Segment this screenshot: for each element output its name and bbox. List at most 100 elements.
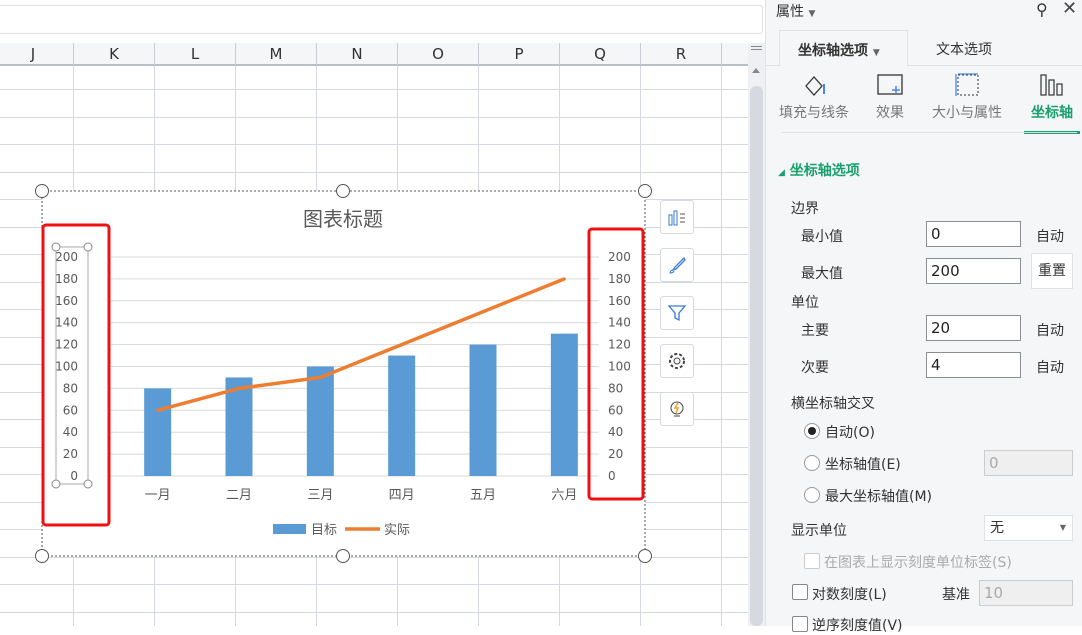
y2-axis-tick-label: 0 [608, 469, 616, 483]
line-point[interactable] [400, 343, 404, 347]
resize-handle[interactable] [35, 549, 49, 563]
line-point[interactable] [481, 310, 485, 314]
bar-目标[interactable] [550, 333, 578, 476]
y2-axis-tick-label: 180 [608, 272, 631, 286]
y-axis-tick-label: 20 [63, 447, 78, 461]
column-header-blank[interactable] [722, 43, 748, 66]
resize-handle[interactable] [35, 184, 49, 198]
bar-目标[interactable] [144, 388, 172, 476]
reverse-checkbox[interactable] [792, 616, 808, 632]
panel-title[interactable]: 属性 ▼ [776, 1, 815, 21]
max-value-input[interactable]: 200 [926, 258, 1021, 284]
grid-line [0, 612, 748, 613]
chevron-down-icon: ▼ [872, 48, 880, 58]
log-scale-label[interactable]: 对数刻度(L) [812, 584, 887, 604]
formula-bar-input[interactable] [0, 5, 763, 34]
log-scale-checkbox[interactable] [792, 584, 808, 600]
column-header-J[interactable]: J [0, 43, 74, 66]
column-header-R[interactable]: R [641, 43, 722, 66]
y2-axis-tick-label: 160 [608, 294, 631, 308]
resize-handle[interactable] [336, 549, 350, 563]
line-point[interactable] [562, 277, 566, 281]
x-axis-tick-label: 一月 [145, 488, 171, 503]
min-value-input[interactable]: 0 [926, 221, 1021, 247]
unit-label: 单位 [791, 295, 819, 311]
subtab-label: 坐标轴 [1031, 105, 1073, 121]
chart-filter-button[interactable] [660, 296, 694, 330]
show-unit-checkbox[interactable] [804, 553, 820, 569]
y-axis-tick-label: 180 [55, 272, 78, 286]
cross-max-label[interactable]: 最大坐标轴值(M) [825, 486, 932, 506]
grid-line [0, 144, 748, 145]
selection-handle[interactable] [83, 242, 93, 252]
resize-handle[interactable] [638, 184, 652, 198]
major-unit-input[interactable]: 20 [926, 315, 1021, 341]
minor-auto-button[interactable]: 自动 [1036, 357, 1064, 377]
major-auto-button[interactable]: 自动 [1036, 320, 1064, 340]
chart-settings-button[interactable] [660, 344, 694, 378]
column-header-O[interactable]: O [398, 43, 479, 66]
cross-max-radio[interactable] [804, 487, 820, 503]
column-header-Q[interactable]: Q [560, 43, 641, 66]
vertical-scrollbar[interactable] [748, 43, 765, 626]
legend-label: 实际 [384, 523, 410, 538]
selection-handle[interactable] [51, 479, 61, 489]
bar-目标[interactable] [469, 344, 497, 476]
close-icon[interactable]: ✕ [1062, 0, 1077, 19]
min-auto-button[interactable]: 自动 [1036, 226, 1064, 246]
chart-elements-button[interactable] [660, 200, 694, 234]
resize-handle[interactable] [638, 549, 652, 563]
minor-unit-input[interactable]: 4 [926, 352, 1021, 378]
grid-line [721, 66, 722, 626]
line-point[interactable] [237, 386, 241, 390]
grid-line [0, 89, 748, 90]
selection-handle[interactable] [51, 242, 61, 252]
cross-value-label[interactable]: 坐标轴值(E) [825, 454, 901, 474]
y2-axis-tick-label: 100 [608, 360, 631, 374]
column-header-P[interactable]: P [479, 43, 560, 66]
y-axis-tick-label: 0 [70, 469, 78, 483]
selection-handle[interactable] [83, 479, 93, 489]
display-unit-select[interactable]: 无 ▼ [984, 515, 1073, 541]
cross-value-radio[interactable] [804, 455, 820, 471]
cross-auto-label[interactable]: 自动(O) [825, 422, 875, 442]
paint-bucket-icon [805, 76, 825, 96]
line-point[interactable] [156, 408, 160, 412]
bar-目标[interactable] [388, 355, 416, 476]
max-reset-button[interactable]: 重置 [1031, 253, 1073, 289]
column-header-M[interactable]: M [236, 43, 317, 66]
resize-handle[interactable] [336, 184, 350, 198]
tab-text-options[interactable]: 文本选项 [936, 39, 992, 59]
tab-axis-options[interactable]: 坐标轴选项 ▼ [779, 30, 908, 66]
cross-auto-radio[interactable] [804, 423, 820, 439]
panel-title-text: 属性 [776, 4, 804, 20]
grid-line [0, 557, 748, 558]
base-input[interactable]: 10 [979, 580, 1073, 606]
grid-line [0, 172, 748, 173]
subtab-axis[interactable]: 坐标轴 [1024, 72, 1080, 134]
column-header-L[interactable]: L [155, 43, 236, 66]
section-axis-options[interactable]: ◢ 坐标轴选项 [778, 160, 860, 180]
column-header-K[interactable]: K [74, 43, 155, 66]
legend-swatch-bar [273, 524, 306, 534]
reverse-label[interactable]: 逆序刻度值(V) [812, 615, 903, 635]
cross-value-input[interactable]: 0 [984, 450, 1073, 476]
subtab-label: 填充与线条 [779, 105, 849, 121]
y2-axis-tick-label: 200 [608, 250, 631, 264]
chart-style-button[interactable] [660, 248, 694, 282]
subtab-fill-line[interactable]: 填充与线条 [774, 72, 854, 122]
column-header-N[interactable]: N [317, 43, 398, 66]
y-axis-tick-label: 200 [55, 250, 78, 264]
scroll-up-icon[interactable] [752, 68, 760, 73]
chart-title[interactable]: 图表标题 [303, 207, 383, 231]
line-point[interactable] [318, 375, 322, 379]
scrollbar-thumb[interactable] [750, 86, 763, 626]
chart-smart-button[interactable] [660, 392, 694, 426]
bar-chart-icon [1040, 74, 1063, 96]
bar-目标[interactable] [306, 366, 334, 477]
lightbulb-icon [670, 401, 684, 417]
split-handle-icon[interactable] [751, 46, 762, 50]
pin-icon[interactable]: ⚲ [1036, 0, 1048, 19]
subtab-size-properties[interactable]: 大小与属性 [926, 72, 1008, 122]
subtab-effects[interactable]: 效果 [870, 72, 910, 122]
